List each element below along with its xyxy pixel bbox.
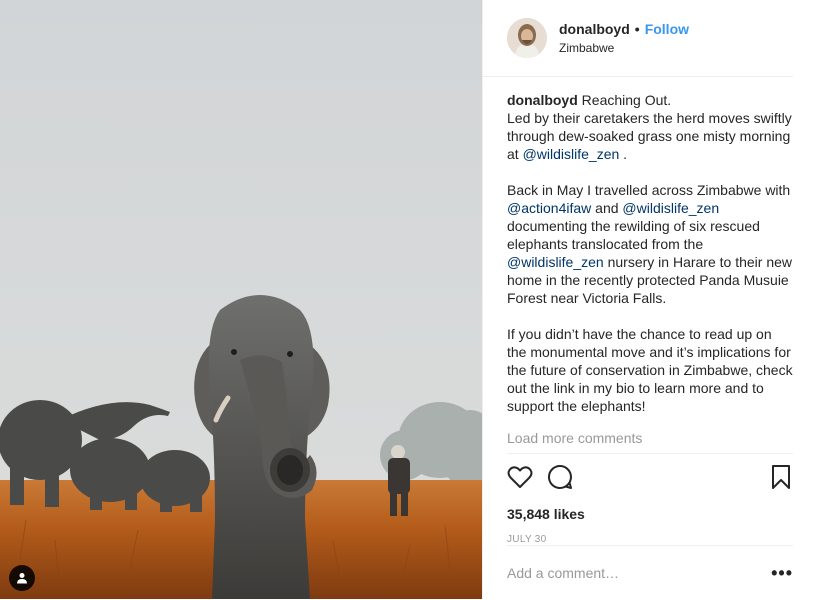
caption-text: Reaching Out. bbox=[581, 92, 672, 108]
caption-username[interactable]: donalboyd bbox=[507, 92, 578, 108]
username-link[interactable]: donalboyd bbox=[559, 21, 630, 37]
elephant-photo bbox=[0, 0, 482, 599]
mention-link[interactable]: @wildislife_zen bbox=[622, 200, 719, 216]
tagged-people-icon[interactable] bbox=[9, 565, 35, 591]
more-options-icon[interactable]: ••• bbox=[771, 563, 793, 584]
location-link[interactable]: Zimbabwe bbox=[559, 41, 689, 55]
post-date: JULY 30 bbox=[507, 534, 547, 545]
post: donalboyd • Follow Zimbabwe donalboyd Re… bbox=[0, 0, 813, 599]
comment-input[interactable] bbox=[507, 565, 772, 581]
comment-form: ••• bbox=[507, 545, 793, 600]
avatar[interactable] bbox=[507, 18, 547, 58]
follow-button[interactable]: Follow bbox=[645, 21, 689, 37]
caption-paragraph-2: Back in May I travelled across Zimbabwe … bbox=[507, 181, 793, 307]
heart-icon[interactable] bbox=[507, 465, 533, 494]
header-info: donalboyd • Follow Zimbabwe bbox=[559, 21, 689, 55]
comment-icon[interactable] bbox=[547, 464, 573, 495]
post-header: donalboyd • Follow Zimbabwe bbox=[483, 0, 793, 77]
bookmark-icon[interactable] bbox=[771, 464, 791, 495]
mention-link[interactable]: @wildislife_zen bbox=[523, 146, 620, 162]
caption-paragraph-3: If you didn’t have the chance to read up… bbox=[507, 326, 793, 414]
likes-count[interactable]: 35,848 likes bbox=[507, 506, 793, 522]
post-actions: 35,848 likes JULY 30 bbox=[507, 453, 793, 545]
load-more-comments-button[interactable]: Load more comments bbox=[507, 429, 793, 447]
caption-text: . bbox=[623, 146, 628, 162]
caption-text: Back in May I travelled across Zimbabwe … bbox=[507, 182, 791, 198]
caption-text: documenting the rewilding of six rescued… bbox=[507, 218, 760, 252]
separator-dot: • bbox=[634, 21, 640, 37]
mention-link[interactable]: @wildislife_zen bbox=[507, 254, 604, 270]
mention-link[interactable]: @action4ifaw bbox=[507, 200, 591, 216]
post-photo[interactable] bbox=[0, 0, 482, 599]
caption-paragraph-1: donalboyd Reaching Out. Led by their car… bbox=[507, 91, 793, 163]
caption-text: and bbox=[595, 200, 619, 216]
post-sidebar: donalboyd • Follow Zimbabwe donalboyd Re… bbox=[482, 0, 813, 599]
caption: donalboyd Reaching Out. Led by their car… bbox=[483, 77, 813, 446]
